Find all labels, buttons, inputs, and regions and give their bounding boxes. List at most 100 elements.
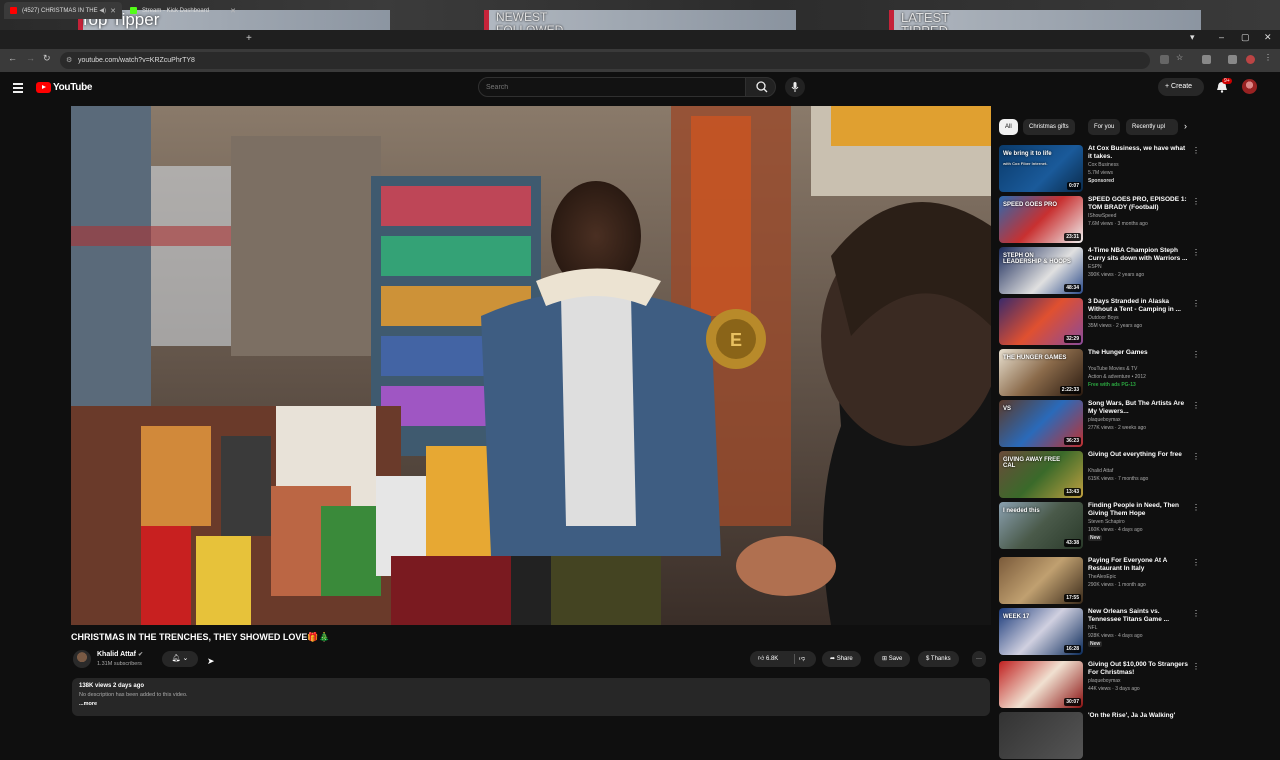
chip-recently-uploaded[interactable]: Recently upl [1126,119,1178,135]
video-thumbnail[interactable]: I needed this 43:38 [999,502,1083,549]
recommendation-title[interactable]: Finding People in Need, Then Giving Them… [1088,502,1188,518]
extension-icon[interactable] [1202,55,1211,64]
video-thumbnail[interactable]: GIVING AWAY FREE CAL 13:43 [999,451,1083,498]
search-input[interactable] [478,77,746,97]
more-options-icon[interactable]: ⋮ [1192,299,1200,308]
youtube-logo[interactable]: YouTube [36,82,93,93]
forward-icon[interactable]: → [26,53,35,63]
close-window-icon[interactable]: ✕ [1264,32,1272,43]
recommendation-title[interactable]: At Cox Business, we have what it takes. [1088,145,1188,161]
more-options-icon[interactable]: ⋮ [1192,558,1200,567]
recommendation-channel[interactable]: Cox Business [1088,162,1119,168]
thanks-button[interactable]: $ Thanks [918,651,959,667]
recommendation-channel[interactable]: Outdoor Boys [1088,315,1119,321]
dislike-button[interactable]: 👎︎ [799,651,805,667]
more-actions-button[interactable]: ··· [972,651,986,667]
channel-avatar[interactable] [73,650,91,668]
video-thumbnail[interactable]: VS 36:23 [999,400,1083,447]
more-options-icon[interactable]: ⋮ [1192,197,1200,206]
search-button[interactable] [745,77,776,97]
recommendation-item[interactable]: STEPH ON LEADERSHIP & HOOPS 48:34 4-Time N… [999,247,1269,295]
recommendation-item[interactable]: VS 36:23 Song Wars, But The Artists Are My… [999,400,1269,448]
recommendation-item[interactable]: 'On the Rise', Ja Ja Walking' [999,712,1269,760]
recommendation-title[interactable]: Giving Out $10,000 To Strangers For Chri… [1088,661,1188,677]
more-options-icon[interactable]: ⋮ [1192,452,1200,461]
extensions-puzzle-icon[interactable] [1228,55,1237,64]
more-options-icon[interactable]: ⋮ [1192,503,1200,512]
recommendation-channel[interactable]: plaqueboymax [1088,678,1121,684]
more-options-icon[interactable]: ⋮ [1192,401,1200,410]
chip-christmas-gifts[interactable]: Christmas gifts [1023,119,1075,135]
back-icon[interactable]: ← [8,53,17,63]
recommendation-title[interactable]: New Orleans Saints vs. Tennessee Titans … [1088,608,1188,624]
video-thumbnail[interactable]: STEPH ON LEADERSHIP & HOOPS 48:34 [999,247,1083,294]
video-thumbnail[interactable]: SPEED GOES PRO 23:31 [999,196,1083,243]
recommendation-item[interactable]: 17:55 Paying For Everyone At A Restaurant… [999,557,1269,605]
chevron-right-icon[interactable]: › [1184,121,1187,131]
video-thumbnail[interactable]: 32:29 [999,298,1083,345]
video-thumbnail[interactable]: THE HUNGER GAMES 2:22:33 [999,349,1083,396]
chip-for-you[interactable]: For you [1088,119,1121,135]
chip-all[interactable]: All [999,119,1018,135]
site-info-icon[interactable]: ⚙ [66,52,72,69]
tab-search-icon[interactable]: ▾ [1190,32,1195,43]
video-player[interactable]: E [71,106,991,625]
recommendation-item[interactable]: I needed this 43:38 Finding People in Need… [999,502,1269,550]
maximize-icon[interactable]: ▢ [1241,32,1250,43]
share-button[interactable]: ➦ Share [822,651,861,667]
url-field[interactable]: ⚙ youtube.com/watch?v=KRZcuPhrTY8 [60,52,1150,69]
save-button[interactable]: ⊞ Save [874,651,911,667]
bookmark-star-icon[interactable]: ☆ [1176,53,1185,62]
recommendation-item[interactable]: 32:29 3 Days Stranded in Alaska Without a… [999,298,1269,346]
video-thumbnail[interactable]: 30:07 [999,661,1083,708]
reload-icon[interactable]: ↻ [43,53,51,64]
recommendation-channel[interactable]: IShowSpeed [1088,213,1116,219]
recommendation-item[interactable]: THE HUNGER GAMES 2:22:33 The Hunger Games Y… [999,349,1269,397]
recommendation-title[interactable]: Giving Out everything For free [1088,451,1188,459]
minimize-icon[interactable]: – [1219,32,1224,42]
recommendation-channel[interactable]: Steven Schapiro [1088,519,1125,525]
recommendation-title[interactable]: 3 Days Stranded in Alaska Without a Tent… [1088,298,1188,314]
recommendation-channel[interactable]: TheAlexEpic [1088,574,1116,580]
recommendation-channel[interactable]: YouTube Movies & TV [1088,366,1137,372]
video-thumbnail[interactable] [999,712,1083,759]
hamburger-menu-icon[interactable] [13,83,23,95]
recommendation-title[interactable]: SPEED GOES PRO, EPISODE 1: TOM BRADY (Fo… [1088,196,1188,212]
new-tab-button[interactable]: + [246,33,252,44]
more-options-icon[interactable]: ⋮ [1192,350,1200,359]
tab-youtube[interactable]: (4527) CHRISTMAS IN THE ◀) ✕ [4,2,122,19]
channel-name[interactable]: Khalid Attaf ✔ [97,651,143,658]
video-thumbnail[interactable]: 17:55 [999,557,1083,604]
more-options-icon[interactable]: ⋮ [1192,146,1200,155]
description-box[interactable]: 138K views 2 days ago No description has… [72,678,990,716]
show-more-link[interactable]: ...more [79,701,983,707]
more-options-icon[interactable]: ⋮ [1192,248,1200,257]
browser-menu-icon[interactable]: ⋮ [1264,53,1273,62]
close-tab-icon[interactable]: ✕ [110,7,116,15]
video-thumbnail[interactable]: We bring it to life with Cox Fiber Intern… [999,145,1083,192]
account-avatar[interactable] [1242,79,1257,94]
recommendation-title[interactable]: 4-Time NBA Champion Steph Curry sits dow… [1088,247,1188,263]
recommendation-channel[interactable]: ESPN [1088,264,1102,270]
tab-kick-dashboard[interactable]: Stream - Kick Dashboard ✕ [124,2,242,19]
recommendation-item[interactable]: 30:07 Giving Out $10,000 To Strangers For… [999,661,1269,709]
create-button[interactable]: + Create [1158,78,1204,96]
recommendation-item[interactable]: We bring it to life with Cox Fiber Intern… [999,145,1269,193]
like-button[interactable]: 👍︎ 6.8K [758,656,778,662]
close-tab-icon[interactable]: ✕ [230,7,236,15]
more-options-icon[interactable]: ⋮ [1192,609,1200,618]
profile-icon[interactable] [1246,55,1255,64]
recommendation-title[interactable]: 'On the Rise', Ja Ja Walking' [1088,712,1188,720]
subscribed-button[interactable]: 🔔︎ ⌄ [162,651,198,667]
recommendation-channel[interactable]: NFL [1088,625,1097,631]
recommendation-title[interactable]: Paying For Everyone At A Restaurant In I… [1088,557,1188,573]
video-thumbnail[interactable]: WEEK 17 16:28 [999,608,1083,655]
voice-search-button[interactable] [785,77,805,97]
recommendation-item[interactable]: GIVING AWAY FREE CAL 13:43 Giving Out ever… [999,451,1269,499]
install-app-icon[interactable] [1160,55,1169,64]
recommendation-channel[interactable]: plaqueboymax [1088,417,1121,423]
recommendation-title[interactable]: The Hunger Games [1088,349,1188,357]
more-options-icon[interactable]: ⋮ [1192,662,1200,671]
recommendation-item[interactable]: SPEED GOES PRO 23:31 SPEED GOES PRO, EPISO… [999,196,1269,244]
recommendation-channel[interactable]: Khalid Attaf [1088,468,1113,474]
